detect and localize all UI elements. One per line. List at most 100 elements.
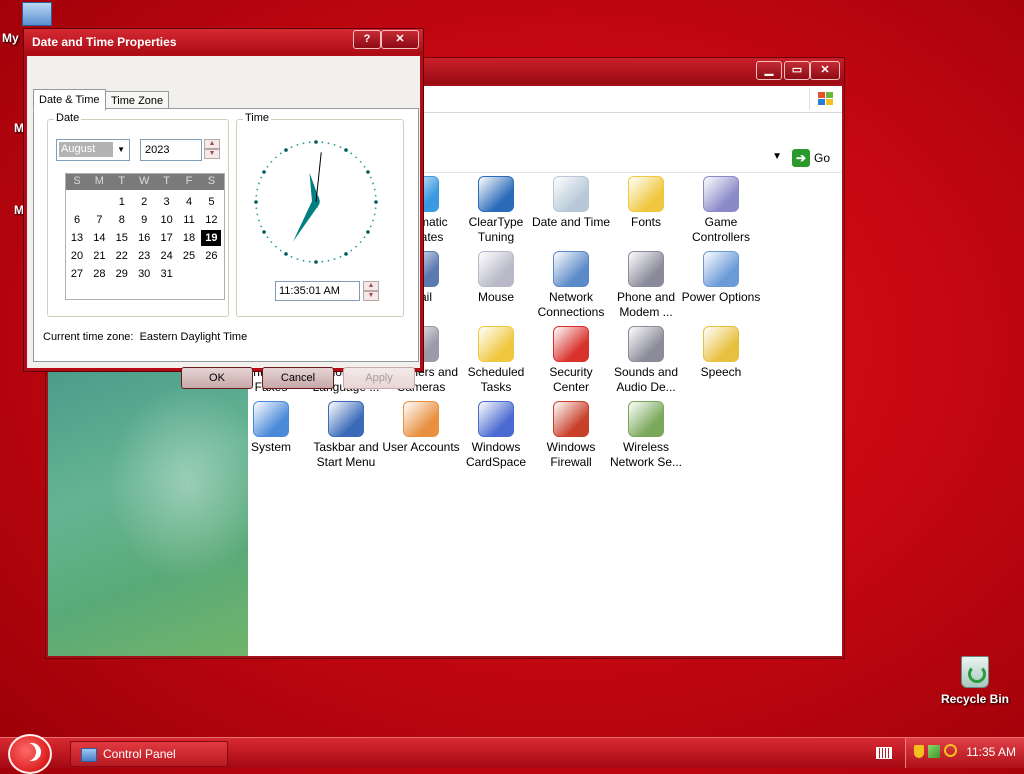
calendar-day[interactable]: 6: [67, 212, 87, 228]
calendar-day[interactable]: 16: [134, 230, 154, 246]
calendar-day[interactable]: 23: [134, 248, 154, 264]
calendar-day[interactable]: 28: [89, 266, 109, 282]
users-icon: [403, 401, 439, 437]
clock-minute-tick: [333, 144, 336, 146]
desktop-icon-recycle-bin[interactable]: Recycle Bin: [940, 656, 1010, 706]
calendar-day[interactable]: 27: [67, 266, 87, 282]
control-panel-item[interactable]: Game Controllers: [681, 176, 761, 245]
calendar-day[interactable]: 29: [112, 266, 132, 282]
control-panel-item[interactable]: Phone and Modem ...: [606, 251, 686, 320]
calendar-day[interactable]: 20: [67, 248, 87, 264]
control-panel-item-label: Mouse: [477, 290, 515, 304]
calendar-day[interactable]: 25: [179, 248, 199, 264]
calendar-day[interactable]: 18: [179, 230, 199, 246]
control-panel-item[interactable]: Sounds and Audio De...: [606, 326, 686, 395]
address-dropdown-icon[interactable]: ▼: [772, 151, 782, 162]
calendar-day[interactable]: 21: [89, 248, 109, 264]
clock-minute-tick: [270, 241, 273, 244]
clock-hour-tick: [284, 252, 288, 256]
minimize-button[interactable]: ▁: [756, 61, 782, 80]
clock-minute-tick: [290, 146, 293, 149]
clock-second-hand: [315, 152, 322, 203]
control-panel-item[interactable]: Windows Firewall: [531, 401, 611, 470]
calendar-day[interactable]: 31: [157, 266, 177, 282]
control-panel-item[interactable]: Windows CardSpace: [456, 401, 536, 470]
control-panel-item[interactable]: Power Options: [681, 251, 761, 305]
cancel-button[interactable]: Cancel: [262, 367, 334, 389]
security-shield-icon[interactable]: [914, 745, 924, 758]
calendar-day[interactable]: 24: [157, 248, 177, 264]
calendar-day[interactable]: 7: [89, 212, 109, 228]
go-button[interactable]: ➔ Go: [791, 148, 830, 168]
calendar-day[interactable]: 3: [157, 194, 177, 210]
calendar-day[interactable]: 4: [179, 194, 199, 210]
calendar-day[interactable]: 26: [201, 248, 221, 264]
dialog-titlebar[interactable]: Date and Time Properties ? ✕: [24, 29, 423, 55]
year-field[interactable]: 2023: [140, 139, 202, 161]
year-up-button[interactable]: ▲: [204, 139, 220, 149]
control-panel-item[interactable]: User Accounts: [381, 401, 461, 455]
control-panel-item-label: Security Center: [549, 365, 593, 394]
control-panel-item[interactable]: Taskbar and Start Menu: [306, 401, 386, 470]
desktop-icon-label: Recycle Bin: [940, 692, 1010, 706]
go-arrow-icon: ➔: [791, 149, 810, 167]
time-field[interactable]: 11:35:01 AM: [275, 281, 360, 301]
help-button[interactable]: ?: [353, 30, 381, 49]
calendar-day[interactable]: 8: [112, 212, 132, 228]
keyboard-tray-icon[interactable]: [876, 747, 892, 759]
search-icon[interactable]: [944, 744, 957, 757]
calendar-day[interactable]: 17: [157, 230, 177, 246]
control-panel-item[interactable]: Date and Time: [531, 176, 611, 230]
month-select[interactable]: August ▼: [56, 139, 130, 161]
calendar-day[interactable]: 11: [179, 212, 199, 228]
calendar-day[interactable]: 19: [201, 230, 222, 246]
control-panel-item[interactable]: Scheduled Tasks: [456, 326, 536, 395]
control-panel-item[interactable]: ClearType Tuning: [456, 176, 536, 245]
time-up-button[interactable]: ▲: [363, 281, 379, 291]
clock-minute-tick: [296, 144, 299, 146]
tab-date-time[interactable]: Date & Time: [33, 89, 106, 111]
calendar-day[interactable]: 14: [89, 230, 109, 246]
calendar-day[interactable]: 30: [134, 266, 154, 282]
maximize-button[interactable]: ▭: [784, 61, 810, 80]
start-button[interactable]: [8, 734, 52, 774]
control-panel-item[interactable]: Mouse: [456, 251, 536, 305]
calendar-day[interactable]: 13: [67, 230, 87, 246]
clock-minute-tick: [266, 165, 269, 168]
apply-button[interactable]: Apply: [343, 367, 415, 389]
clock-hour-tick: [344, 252, 348, 256]
calendar-day[interactable]: 12: [201, 212, 221, 228]
control-panel-item[interactable]: Security Center: [531, 326, 611, 395]
calendar-day[interactable]: 10: [157, 212, 177, 228]
mouse-icon: [478, 251, 514, 287]
control-panel-item[interactable]: Wireless Network Se...: [606, 401, 686, 470]
ok-button[interactable]: OK: [181, 367, 253, 389]
clock-hour-tick: [314, 260, 318, 264]
close-button[interactable]: ✕: [810, 61, 840, 80]
tray-clock[interactable]: 11:35 AM: [966, 745, 1016, 759]
calendar-day[interactable]: 2: [134, 194, 154, 210]
clock-minute-tick: [321, 141, 324, 144]
clock-minute-tick: [369, 225, 372, 228]
year-down-button[interactable]: ▼: [204, 149, 220, 159]
control-panel-item[interactable]: Network Connections: [531, 251, 611, 320]
control-panel-item-label: Wireless Network Se...: [609, 440, 683, 469]
calendar-day[interactable]: 9: [134, 212, 154, 228]
clock-hour-tick: [314, 140, 318, 144]
taskbar-button-control-panel[interactable]: Control Panel: [70, 741, 228, 767]
calendar-day[interactable]: 1: [112, 194, 132, 210]
clock-minute-tick: [290, 255, 293, 258]
close-button[interactable]: ✕: [381, 30, 419, 49]
calendar-day[interactable]: 5: [201, 194, 221, 210]
control-panel-item[interactable]: Speech: [681, 326, 761, 380]
clock-hour-tick: [262, 170, 266, 174]
time-down-button[interactable]: ▼: [363, 291, 379, 301]
calendar-day[interactable]: 15: [112, 230, 132, 246]
network-icon[interactable]: [928, 745, 940, 758]
speech-icon: [703, 326, 739, 362]
clock-minute-tick: [258, 219, 260, 222]
calendar-day[interactable]: 22: [112, 248, 132, 264]
task-pane-decoration: [48, 369, 248, 656]
control-panel-item[interactable]: Fonts: [606, 176, 686, 230]
control-panel-item[interactable]: System: [231, 401, 311, 455]
